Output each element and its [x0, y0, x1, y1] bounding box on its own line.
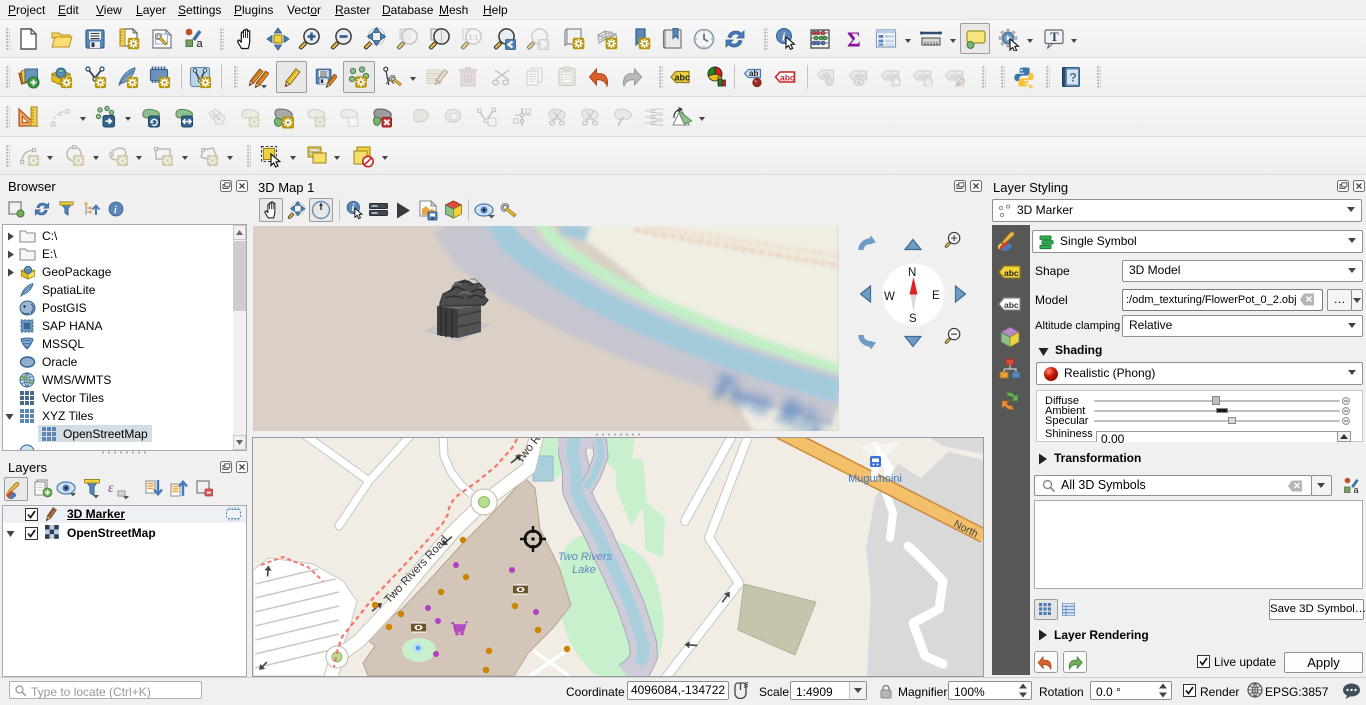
svg-text:E: E	[932, 290, 940, 302]
svg-text:abc: abc	[780, 72, 795, 82]
svg-text:abc: abc	[854, 72, 868, 81]
svg-text:abc: abc	[675, 73, 691, 83]
svg-text:Mugumoini: Mugumoini	[848, 473, 902, 485]
svg-text:N: N	[908, 267, 916, 279]
svg-text:abc: abc	[1004, 300, 1019, 310]
svg-text:i: i	[114, 205, 117, 216]
svg-text:1:1: 1:1	[469, 34, 479, 41]
svg-text:a: a	[197, 38, 204, 50]
svg-text:W: W	[884, 291, 895, 303]
svg-text:a: a	[1354, 485, 1359, 494]
svg-text:Two Rivers: Two Rivers	[558, 551, 613, 563]
svg-text:S: S	[909, 313, 917, 325]
svg-text:ε: ε	[108, 481, 114, 496]
svg-text:Σ: Σ	[847, 28, 861, 52]
svg-text:abc: abc	[1004, 268, 1019, 278]
svg-text:i: i	[352, 203, 355, 214]
svg-text:?: ?	[1070, 71, 1077, 85]
svg-text:Lake: Lake	[572, 564, 596, 576]
svg-text:T: T	[1050, 30, 1059, 44]
